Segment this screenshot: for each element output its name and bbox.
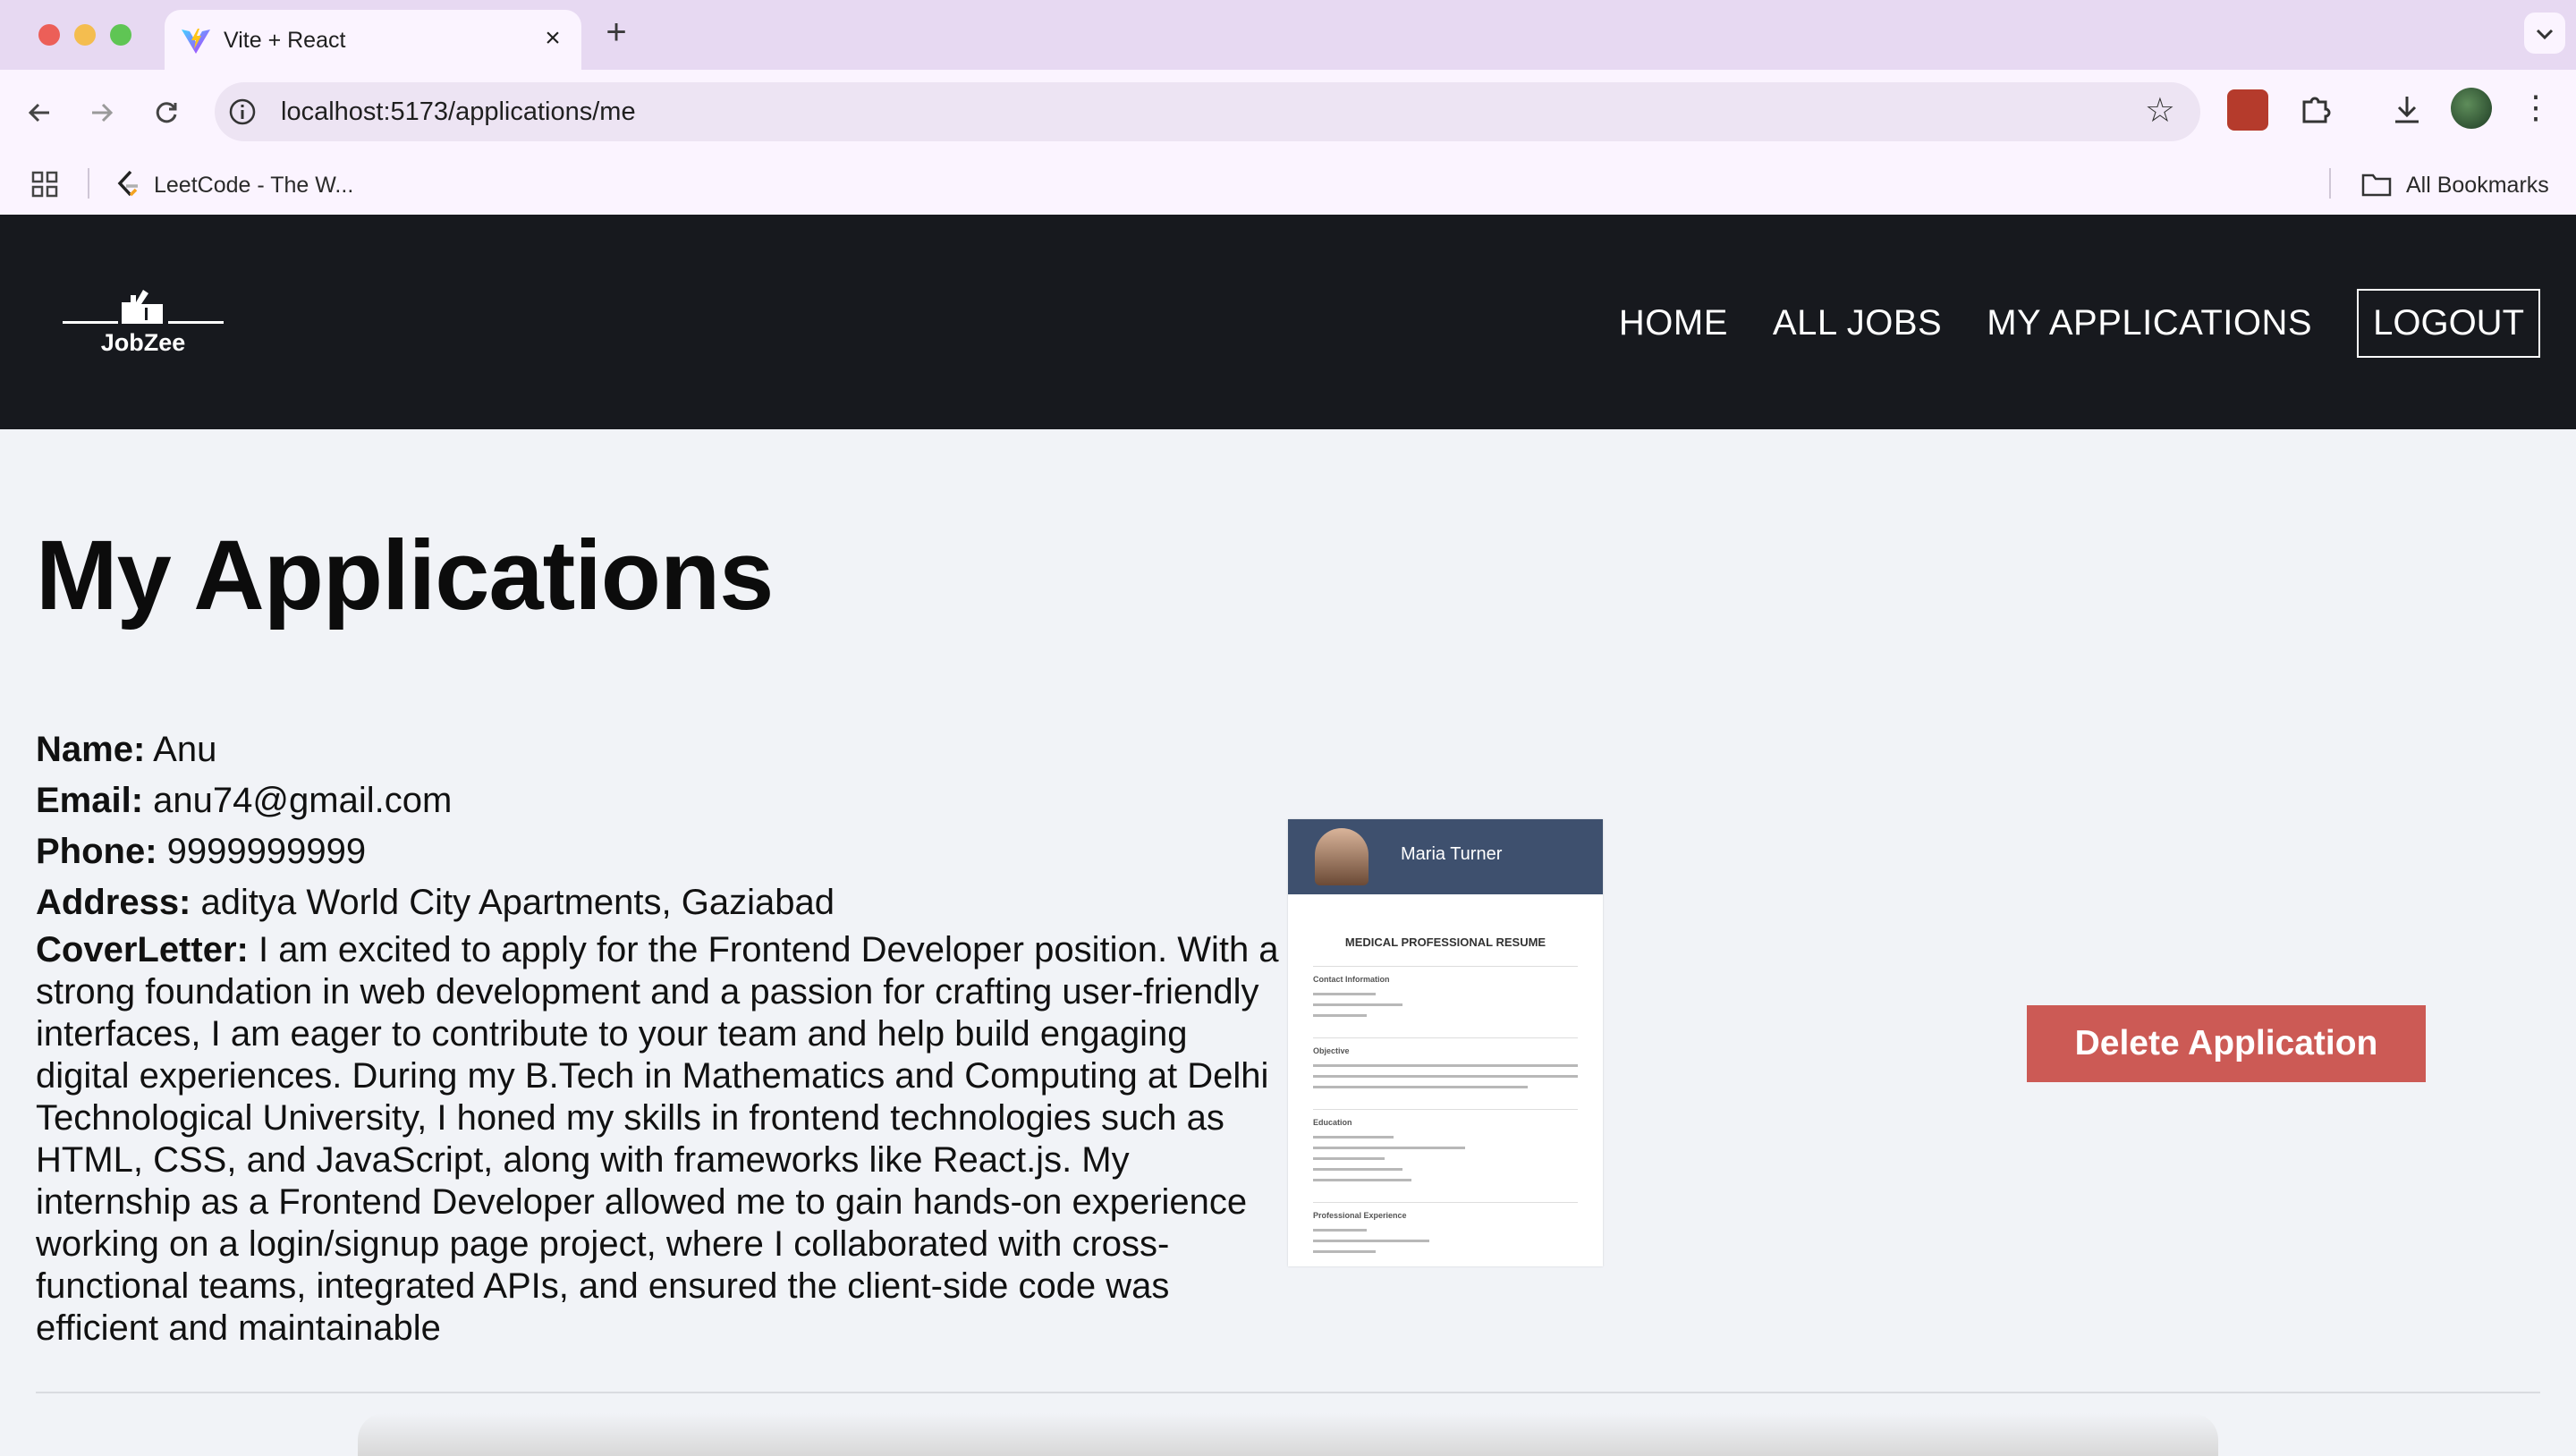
resume-section-objective: Objective [1313,1046,1350,1055]
resume-text-line [1313,1250,1376,1253]
info-icon[interactable] [227,97,258,127]
resume-text-line [1313,1136,1394,1139]
plus-icon[interactable]: + [597,14,635,52]
detail-phone: Phone: 9999999999 [36,826,1288,877]
url-text: localhost:5173/applications/me [281,97,636,126]
resume-text-line [1313,1014,1367,1017]
cover-letter-label: CoverLetter: [36,930,249,969]
tab-title: Vite + React [224,28,346,53]
email-value: anu74@gmail.com [153,781,453,820]
logout-button[interactable]: LOGOUT [2357,288,2540,358]
browser-tab-strip: Vite + React × + [0,0,2576,70]
nav-home[interactable]: HOME [1619,303,1728,343]
application-details: Name: Anu Email: anu74@gmail.com Phone: … [36,724,1288,1350]
resume-text-line [1313,1168,1402,1171]
window-minimize-button[interactable] [74,24,96,46]
cover-letter-value: I am excited to apply for the Frontend D… [36,930,1279,1348]
bookmark-label: LeetCode - The W... [154,173,354,198]
resume-rule [1313,1037,1578,1038]
resume-text-line [1313,1240,1429,1242]
resume-text-line [1313,1179,1411,1181]
resume-section-experience: Professional Experience [1313,1211,1407,1220]
resume-title: MEDICAL PROFESSIONAL RESUME [1344,935,1546,949]
name-value: Anu [153,730,217,769]
all-bookmarks-button[interactable]: All Bookmarks [2361,165,2567,204]
browser-toolbar: localhost:5173/applications/me ☆ ⋮ [0,70,2576,152]
resume-image[interactable]: Maria Turner MEDICAL PROFESSIONAL RESUME… [1288,819,1603,1266]
reload-icon[interactable] [143,88,190,134]
phone-value: 9999999999 [166,832,367,871]
apps-grid-icon[interactable] [30,170,59,199]
resume-name: Maria Turner [1401,844,1503,864]
star-icon[interactable]: ☆ [2145,93,2175,129]
main-content: My Applications Name: Anu Email: anu74@g… [0,429,2576,1456]
folder-icon [2361,174,2392,197]
resume-rule [1313,1202,1578,1203]
close-icon[interactable]: × [537,22,569,55]
vite-icon [182,29,210,54]
email-label: Email: [36,781,144,820]
resume-header: Maria Turner [1288,819,1603,894]
resume-text-line [1313,993,1376,995]
phone-label: Phone: [36,832,157,871]
resume-text-line [1313,1086,1528,1088]
bookmark-separator [2329,168,2331,199]
logo-text: JobZee [100,329,186,356]
page-title: My Applications [36,521,774,631]
address-bar[interactable]: localhost:5173/applications/me ☆ [215,82,2200,141]
logo-icon [63,290,224,324]
resume-photo [1315,828,1368,885]
detail-email: Email: anu74@gmail.com [36,775,1288,826]
kebab-menu-icon[interactable]: ⋮ [2515,88,2556,129]
nav-links: HOME ALL JOBS MY APPLICATIONS LOGOUT [1619,288,2540,358]
resume-text-line [1313,1157,1385,1160]
detail-cover-letter: CoverLetter: I am excited to apply for t… [36,929,1288,1350]
browser-tab-active[interactable]: Vite + React × [165,10,581,70]
resume-section-contact: Contact Information [1313,975,1390,984]
address-value: aditya World City Apartments, Gaziabad [200,883,835,922]
profile-avatar[interactable] [2451,88,2492,129]
resume-text-line [1313,1229,1367,1232]
forward-arrow-icon[interactable] [79,88,125,134]
name-label: Name: [36,730,146,769]
chevron-down-icon[interactable] [2524,13,2565,54]
window-close-button[interactable] [38,24,60,46]
application-divider [36,1392,2540,1393]
window-maximize-button[interactable] [110,24,131,46]
back-arrow-icon[interactable] [16,88,63,134]
resume-section-education: Education [1313,1118,1352,1127]
nav-my-applications[interactable]: MY APPLICATIONS [1987,303,2312,343]
resume-text-line [1313,1003,1402,1006]
resume-rule [1313,1109,1578,1110]
all-bookmarks-label: All Bookmarks [2406,173,2549,198]
resume-rule [1313,966,1578,967]
next-card-edge [358,1413,2218,1456]
detail-name: Name: Anu [36,724,1288,775]
site-navbar: JobZee HOME ALL JOBS MY APPLICATIONS LOG… [0,215,2576,429]
extension-icon[interactable] [2227,89,2268,131]
puzzle-icon[interactable] [2295,89,2336,131]
resume-text-line [1313,1147,1465,1149]
bookmarks-bar: LeetCode - The W... All Bookmarks [0,152,2576,215]
address-label: Address: [36,883,191,922]
delete-application-button[interactable]: Delete Application [2027,1005,2426,1082]
nav-all-jobs[interactable]: ALL JOBS [1773,303,1942,343]
jobzee-logo[interactable]: JobZee [63,284,224,365]
detail-address: Address: aditya World City Apartments, G… [36,877,1288,928]
resume-text-line [1313,1075,1578,1078]
resume-text-line [1313,1064,1578,1067]
bookmark-separator [88,168,89,199]
download-icon[interactable] [2386,89,2428,131]
leetcode-icon [117,170,138,197]
